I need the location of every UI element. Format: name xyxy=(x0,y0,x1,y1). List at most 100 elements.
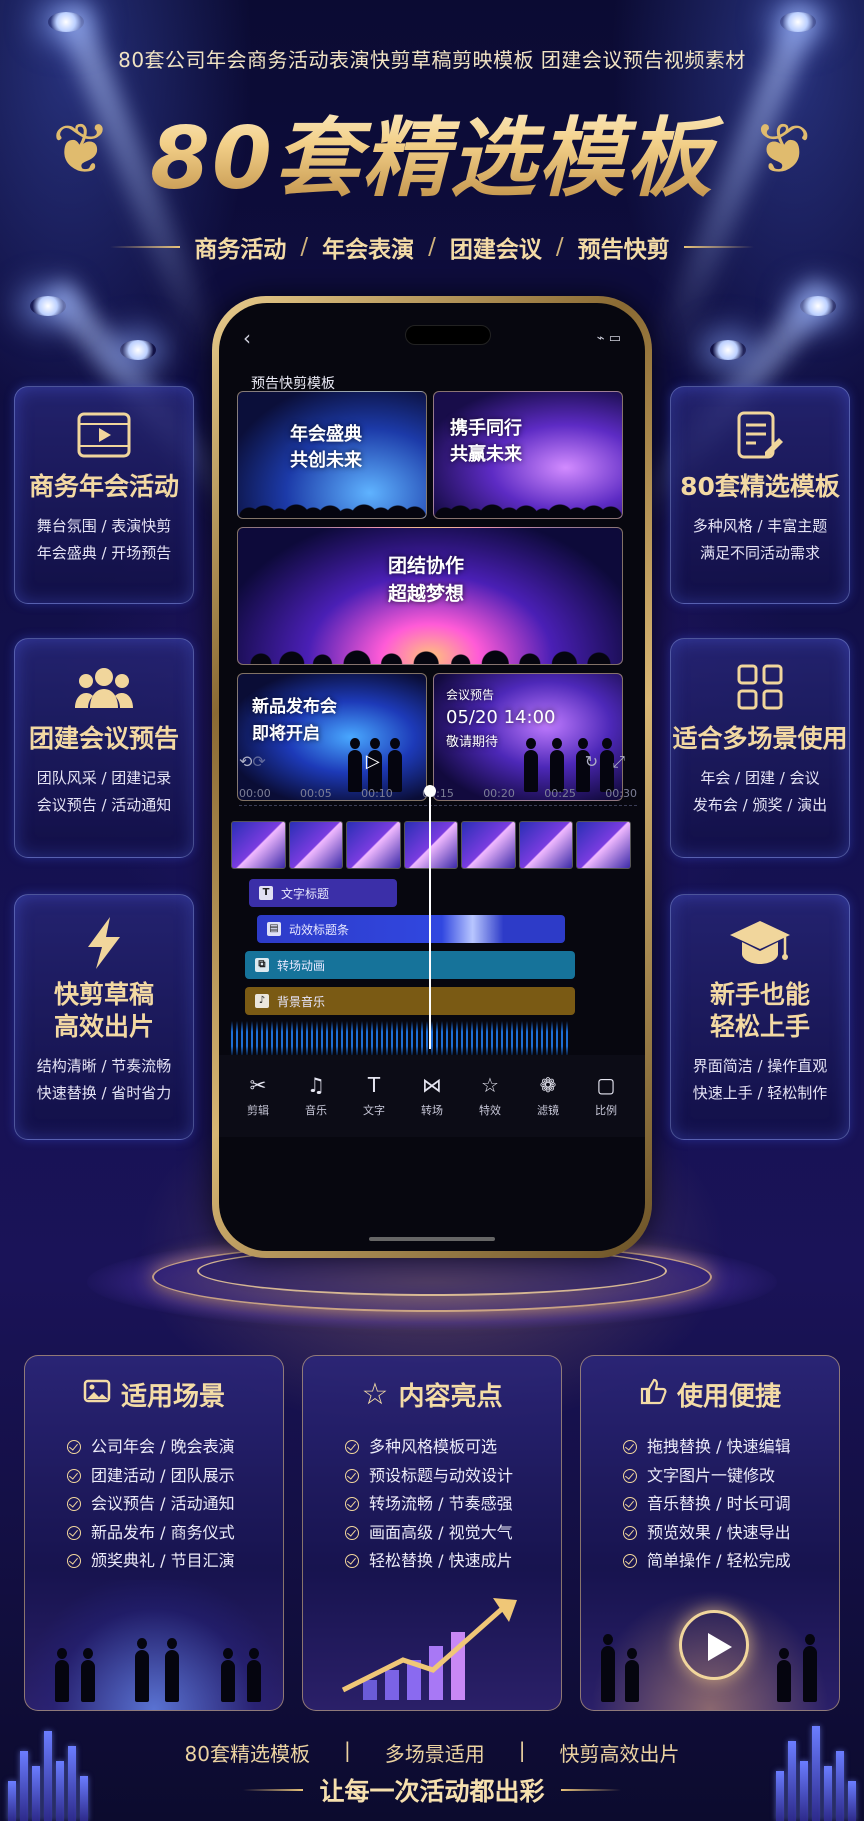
tool-label: 文字 xyxy=(363,1104,385,1117)
list-item: 预览效果 / 快速导出 xyxy=(623,1519,839,1548)
tool-music[interactable]: ♫ 音乐 xyxy=(305,1074,327,1118)
list-item: 新品发布 / 商务仪式 xyxy=(67,1519,283,1548)
undo-icon[interactable]: ⟲ xyxy=(239,752,252,771)
card-line: 会议预告 / 活动通知 xyxy=(36,796,172,814)
video-thumbnail[interactable] xyxy=(461,821,516,869)
template-card[interactable]: 新品发布会 即将开启 xyxy=(237,673,427,801)
card-line: 结构清晰 / 节奏流畅 xyxy=(36,1057,172,1075)
playhead[interactable] xyxy=(424,785,436,1049)
music-track[interactable]: ♪ 背景音乐 xyxy=(245,987,575,1015)
timeline-ruler: 00:00 00:05 00:10 00:15 00:20 00:25 00:3… xyxy=(239,787,637,800)
list-item: 颁奖典礼 / 节目汇演 xyxy=(67,1547,283,1576)
tool-filter[interactable]: ❁ 滤镜 xyxy=(537,1074,559,1118)
card-line: 快速替换 / 省时省力 xyxy=(36,1084,172,1102)
spotlight-lamp xyxy=(120,340,156,360)
check-icon xyxy=(345,1468,359,1483)
video-thumbnail[interactable] xyxy=(231,821,286,869)
transition-track[interactable]: ⧉ 转场动画 xyxy=(245,951,575,979)
separator: / xyxy=(555,234,564,260)
divider xyxy=(560,1789,621,1791)
person-silhouette xyxy=(247,1648,261,1702)
check-icon xyxy=(67,1468,81,1483)
tool-ratio[interactable]: ▢ 比例 xyxy=(595,1074,617,1118)
template-line: 05/20 14:00 xyxy=(446,707,556,728)
stage-scene-illustration xyxy=(25,1580,283,1710)
star-icon: ☆ xyxy=(481,1073,499,1097)
time-mark: 00:20 xyxy=(483,787,515,800)
back-icon[interactable]: ‹ xyxy=(243,328,251,348)
star-outline-icon: ☆ xyxy=(361,1377,389,1412)
audio-waveform[interactable] xyxy=(231,1021,571,1057)
card-title: 适合多场景使用 xyxy=(672,724,848,753)
check-icon xyxy=(345,1440,359,1455)
tool-text[interactable]: T 文字 xyxy=(363,1074,385,1118)
feature-list: 公司年会 / 晚会表演 团建活动 / 团队展示 会议预告 / 活动通知 新品发布… xyxy=(25,1433,283,1576)
tool-label: 特效 xyxy=(479,1104,501,1117)
card-line: 团队风采 / 团建记录 xyxy=(36,769,172,787)
person-silhouette xyxy=(777,1648,791,1702)
template-card-wide[interactable]: 团结协作 超越梦想 xyxy=(237,527,623,665)
play-circle-icon xyxy=(679,1610,749,1680)
fullscreen-icon[interactable]: ⤢ xyxy=(612,752,625,772)
video-thumbnail[interactable] xyxy=(518,821,574,869)
person-silhouette xyxy=(165,1638,179,1702)
card-line: 多种风格 / 丰富主题 xyxy=(692,517,828,535)
track-label: 动效标题条 xyxy=(289,922,350,937)
template-card[interactable]: 会议预告 05/20 14:00 敬请期待 xyxy=(433,673,623,801)
card-title: 80套精选模板 xyxy=(680,472,840,501)
separator: / xyxy=(300,234,309,260)
footer-slogan-row: 让每一次活动都出彩 xyxy=(0,1772,864,1808)
crowd-silhouette xyxy=(238,634,622,664)
redo-icon[interactable]: ⟳ xyxy=(252,752,265,771)
tool-transition[interactable]: ⋈ 转场 xyxy=(421,1074,443,1118)
card-title: 团建会议预告 xyxy=(28,724,179,753)
template-line: 共赢未来 xyxy=(450,444,522,465)
template-card[interactable]: 携手同行 共赢未来 xyxy=(433,391,623,519)
tool-label: 滤镜 xyxy=(537,1104,559,1117)
tool-cut[interactable]: ✂ 剪辑 xyxy=(247,1074,269,1118)
info-card-highlights: ☆ 内容亮点 多种风格模板可选 预设标题与动效设计 转场流畅 / 节奏感强 画面高… xyxy=(302,1355,562,1711)
spotlight-lamp xyxy=(710,340,746,360)
graduation-cap-icon xyxy=(671,915,849,971)
check-icon xyxy=(623,1525,637,1540)
track-label: 转场动画 xyxy=(277,958,326,973)
tool-effects[interactable]: ☆ 特效 xyxy=(479,1074,501,1118)
video-thumbnail[interactable] xyxy=(576,821,632,869)
track-label: 文字标题 xyxy=(281,886,330,901)
tool-label: 转场 xyxy=(421,1104,443,1117)
play-button-icon[interactable]: ▷ xyxy=(366,751,380,772)
template-line: 敬请期待 xyxy=(446,735,499,750)
loop-icon[interactable]: ↻ xyxy=(585,752,598,771)
card-title: 新手也能 xyxy=(709,980,810,1009)
section-title: 预告快剪模板 xyxy=(251,376,335,392)
list-item: 会议预告 / 活动通知 xyxy=(67,1490,283,1519)
separator: / xyxy=(428,234,436,260)
document-edit-icon xyxy=(671,407,849,463)
header-top-line: 80套公司年会商务活动表演快剪草稿剪映模板 团建会议预告视频素材 xyxy=(118,48,746,72)
video-thumbnail[interactable] xyxy=(288,821,344,869)
crowd-silhouette xyxy=(238,488,426,518)
text-title-track[interactable]: T 文字标题 xyxy=(249,879,397,907)
transition-icon: ⧉ xyxy=(255,958,269,972)
info-card-ease: 使用便捷 拖拽替换 / 快速编辑 文字图片一键修改 音乐替换 / 时长可调 预览… xyxy=(580,1355,840,1711)
list-item: 预设标题与动效设计 xyxy=(345,1462,561,1491)
list-item: 转场流畅 / 节奏感强 xyxy=(345,1490,561,1519)
time-mark: 00:30 xyxy=(605,787,637,800)
title-bar-icon: ▤ xyxy=(267,922,281,936)
footer-divider: | xyxy=(343,1738,351,1762)
template-line: 会议预告 xyxy=(446,688,495,702)
person-silhouette xyxy=(601,1634,615,1702)
video-thumbnail[interactable] xyxy=(403,821,459,869)
animated-title-track[interactable]: ▤ 动效标题条 xyxy=(257,915,565,943)
card-line: 舞台氛围 / 表演快剪 xyxy=(36,517,172,535)
tool-label: 剪辑 xyxy=(247,1104,269,1117)
check-icon xyxy=(67,1554,81,1569)
check-icon xyxy=(67,1497,81,1512)
video-track-thumbnails[interactable] xyxy=(231,821,632,869)
video-thumbnail[interactable] xyxy=(346,821,401,869)
filter-icon: ❁ xyxy=(539,1073,557,1097)
person-silhouette xyxy=(55,1648,69,1702)
editor-toolbar: ✂ 剪辑 ♫ 音乐 T 文字 ⋈ 转场 ☆ 特效 ❁ 滤镜 ▢ 比例 xyxy=(219,1055,645,1137)
template-card[interactable]: 年会盛典 共创未来 xyxy=(237,391,427,519)
person-silhouette xyxy=(135,1638,149,1702)
